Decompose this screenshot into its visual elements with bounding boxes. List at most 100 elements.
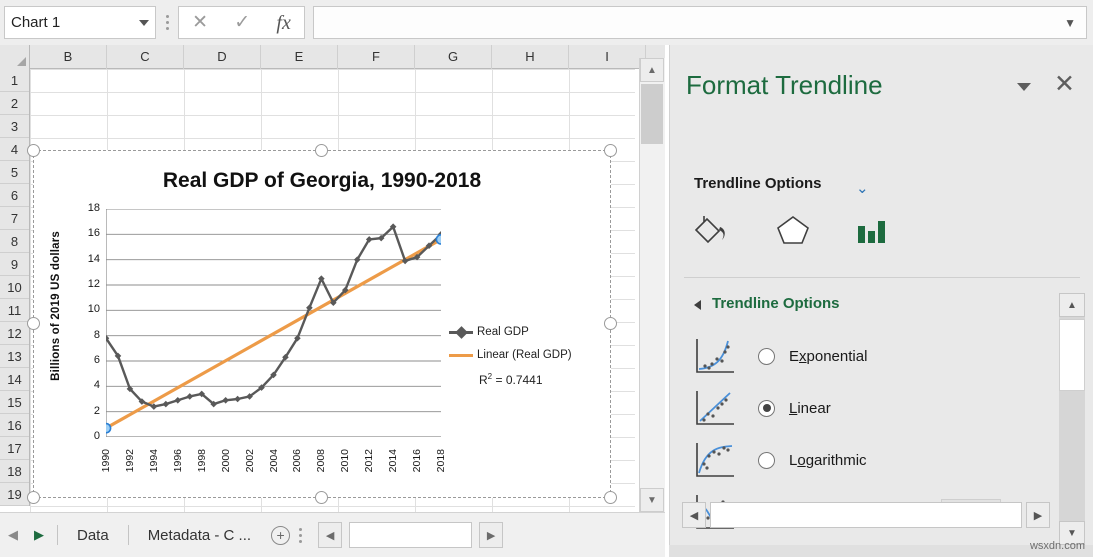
grid-vertical-scrollbar[interactable]: ▲ ▼ bbox=[639, 58, 665, 512]
chevron-down-icon[interactable] bbox=[1017, 83, 1031, 91]
chevron-down-icon[interactable]: ▼ bbox=[1064, 16, 1076, 30]
row-header[interactable]: 10 bbox=[0, 276, 29, 299]
name-box[interactable]: Chart 1 bbox=[4, 6, 156, 39]
chart-legend[interactable]: Real GDP Linear (Real GDP) R2 = 0.7441 bbox=[449, 326, 599, 387]
close-icon[interactable]: ✕ bbox=[1054, 72, 1075, 97]
logarithmic-curve-icon bbox=[692, 439, 736, 481]
resize-handle[interactable] bbox=[27, 491, 40, 504]
row-header[interactable]: 8 bbox=[0, 230, 29, 253]
collapse-triangle-icon[interactable] bbox=[694, 300, 701, 310]
row-headers: 1 2 3 4 5 6 7 8 9 10 11 12 13 14 15 16 1… bbox=[0, 69, 30, 506]
column-header[interactable]: E bbox=[261, 45, 338, 69]
scrollbar-track[interactable] bbox=[349, 522, 473, 548]
radio-linear[interactable] bbox=[758, 399, 775, 417]
chevron-down-icon[interactable] bbox=[139, 19, 149, 26]
column-headers: B C D E F G H I bbox=[0, 45, 665, 69]
sheet-overflow-icon[interactable] bbox=[290, 527, 310, 543]
radio-exponential[interactable] bbox=[758, 347, 775, 365]
row-header[interactable]: 7 bbox=[0, 207, 29, 230]
scrollbar-track[interactable] bbox=[710, 502, 1022, 528]
row-header[interactable]: 6 bbox=[0, 184, 29, 207]
legend-label: Linear (Real GDP) bbox=[477, 349, 572, 361]
chart-title[interactable]: Real GDP of Georgia, 1990-2018 bbox=[34, 169, 610, 193]
scroll-right-icon[interactable]: ▶ bbox=[479, 522, 504, 548]
column-header[interactable]: C bbox=[107, 45, 184, 69]
column-header[interactable]: B bbox=[30, 45, 107, 69]
sheet-tab-data[interactable]: Data bbox=[63, 527, 123, 544]
resize-handle[interactable] bbox=[27, 317, 40, 330]
sheet-nav-next-icon[interactable]: ▶ bbox=[26, 527, 52, 543]
row-header[interactable]: 19 bbox=[0, 483, 29, 506]
row-header[interactable]: 11 bbox=[0, 299, 29, 322]
insert-function-icon[interactable]: fx bbox=[276, 13, 290, 33]
pane-vertical-scrollbar[interactable]: ▲ ▼ bbox=[1059, 293, 1085, 545]
column-header[interactable]: H bbox=[492, 45, 569, 69]
resize-handle[interactable] bbox=[604, 317, 617, 330]
scroll-right-icon[interactable]: ▶ bbox=[1026, 502, 1050, 528]
effects-pentagon-icon[interactable] bbox=[772, 213, 814, 252]
scroll-up-icon[interactable]: ▲ bbox=[1059, 293, 1085, 317]
toolbar-overflow-icon[interactable] bbox=[156, 6, 178, 39]
row-header[interactable]: 2 bbox=[0, 92, 29, 115]
sheet-nav-prev-icon[interactable]: ◀ bbox=[0, 527, 26, 543]
scrollbar-thumb[interactable] bbox=[641, 84, 663, 144]
select-all-corner[interactable] bbox=[0, 45, 30, 69]
horizontal-scrollbar[interactable]: ◀ ▶ bbox=[318, 522, 504, 548]
fill-bucket-icon[interactable] bbox=[692, 213, 734, 252]
row-header[interactable]: 1 bbox=[0, 69, 29, 92]
scroll-down-icon[interactable]: ▼ bbox=[640, 488, 664, 512]
scrollbar-thumb[interactable] bbox=[1059, 319, 1085, 391]
divider bbox=[57, 525, 58, 545]
x-axis-tick: 2012 bbox=[363, 449, 376, 473]
x-axis-tick: 1990 bbox=[100, 449, 112, 473]
row-header[interactable]: 14 bbox=[0, 368, 29, 391]
x-axis-tick: 2014 bbox=[387, 449, 400, 473]
pane-subtitle[interactable]: Trendline Options bbox=[694, 175, 822, 192]
row-header[interactable]: 18 bbox=[0, 460, 29, 483]
y-axis-tick: 10 bbox=[87, 303, 100, 316]
pane-horizontal-scrollbar[interactable]: ◀ ▶ bbox=[682, 500, 1050, 530]
y-axis-title[interactable]: Billions of 2019 US dollars bbox=[50, 231, 62, 381]
radio-logarithmic[interactable] bbox=[758, 451, 775, 469]
row-header[interactable]: 16 bbox=[0, 414, 29, 437]
option-exponential[interactable]: Exponential bbox=[692, 330, 1040, 382]
legend-item-trendline[interactable]: Linear (Real GDP) bbox=[449, 349, 599, 361]
sheet-tab-metadata[interactable]: Metadata - C ... bbox=[134, 527, 265, 544]
formula-input[interactable]: ▼ bbox=[313, 6, 1087, 39]
row-header[interactable]: 15 bbox=[0, 391, 29, 414]
option-linear[interactable]: Linear bbox=[692, 382, 1040, 434]
resize-handle[interactable] bbox=[27, 144, 40, 157]
column-header[interactable]: I bbox=[569, 45, 646, 69]
legend-item-series[interactable]: Real GDP bbox=[449, 326, 599, 338]
column-header[interactable]: F bbox=[338, 45, 415, 69]
plot-area[interactable] bbox=[100, 208, 447, 442]
chart-plot-svg bbox=[100, 208, 447, 442]
add-sheet-button[interactable]: + bbox=[271, 525, 291, 545]
x-axis-tick: 2016 bbox=[411, 449, 424, 473]
chart-object[interactable]: Real GDP of Georgia, 1990-2018 Billions … bbox=[27, 144, 617, 504]
row-header[interactable]: 9 bbox=[0, 253, 29, 276]
scroll-up-icon[interactable]: ▲ bbox=[640, 58, 664, 82]
resize-handle[interactable] bbox=[604, 144, 617, 157]
row-header[interactable]: 17 bbox=[0, 437, 29, 460]
scroll-left-icon[interactable]: ◀ bbox=[682, 502, 706, 528]
row-header[interactable]: 13 bbox=[0, 345, 29, 368]
format-trendline-pane: Format Trendline ✕ Trendline Options ⌄ T… bbox=[669, 45, 1093, 557]
option-logarithmic[interactable]: Logarithmic bbox=[692, 434, 1040, 486]
close-icon[interactable]: ✕ bbox=[192, 13, 208, 32]
row-header[interactable]: 12 bbox=[0, 322, 29, 345]
row-header[interactable]: 5 bbox=[0, 161, 29, 184]
chevron-down-icon[interactable]: ⌄ bbox=[856, 179, 869, 197]
trendline-options-icon[interactable] bbox=[852, 213, 894, 252]
row-header[interactable]: 4 bbox=[0, 138, 29, 161]
trendline-marker-icon bbox=[449, 349, 473, 361]
column-header[interactable]: D bbox=[184, 45, 261, 69]
check-icon[interactable]: ✓ bbox=[234, 13, 250, 32]
row-header[interactable]: 3 bbox=[0, 115, 29, 138]
resize-handle[interactable] bbox=[604, 491, 617, 504]
option-label-linear: Linear bbox=[789, 399, 831, 417]
column-header[interactable]: G bbox=[415, 45, 492, 69]
scroll-left-icon[interactable]: ◀ bbox=[318, 522, 343, 548]
resize-handle[interactable] bbox=[315, 144, 328, 157]
r-squared-value: 0.7441 bbox=[505, 373, 543, 387]
